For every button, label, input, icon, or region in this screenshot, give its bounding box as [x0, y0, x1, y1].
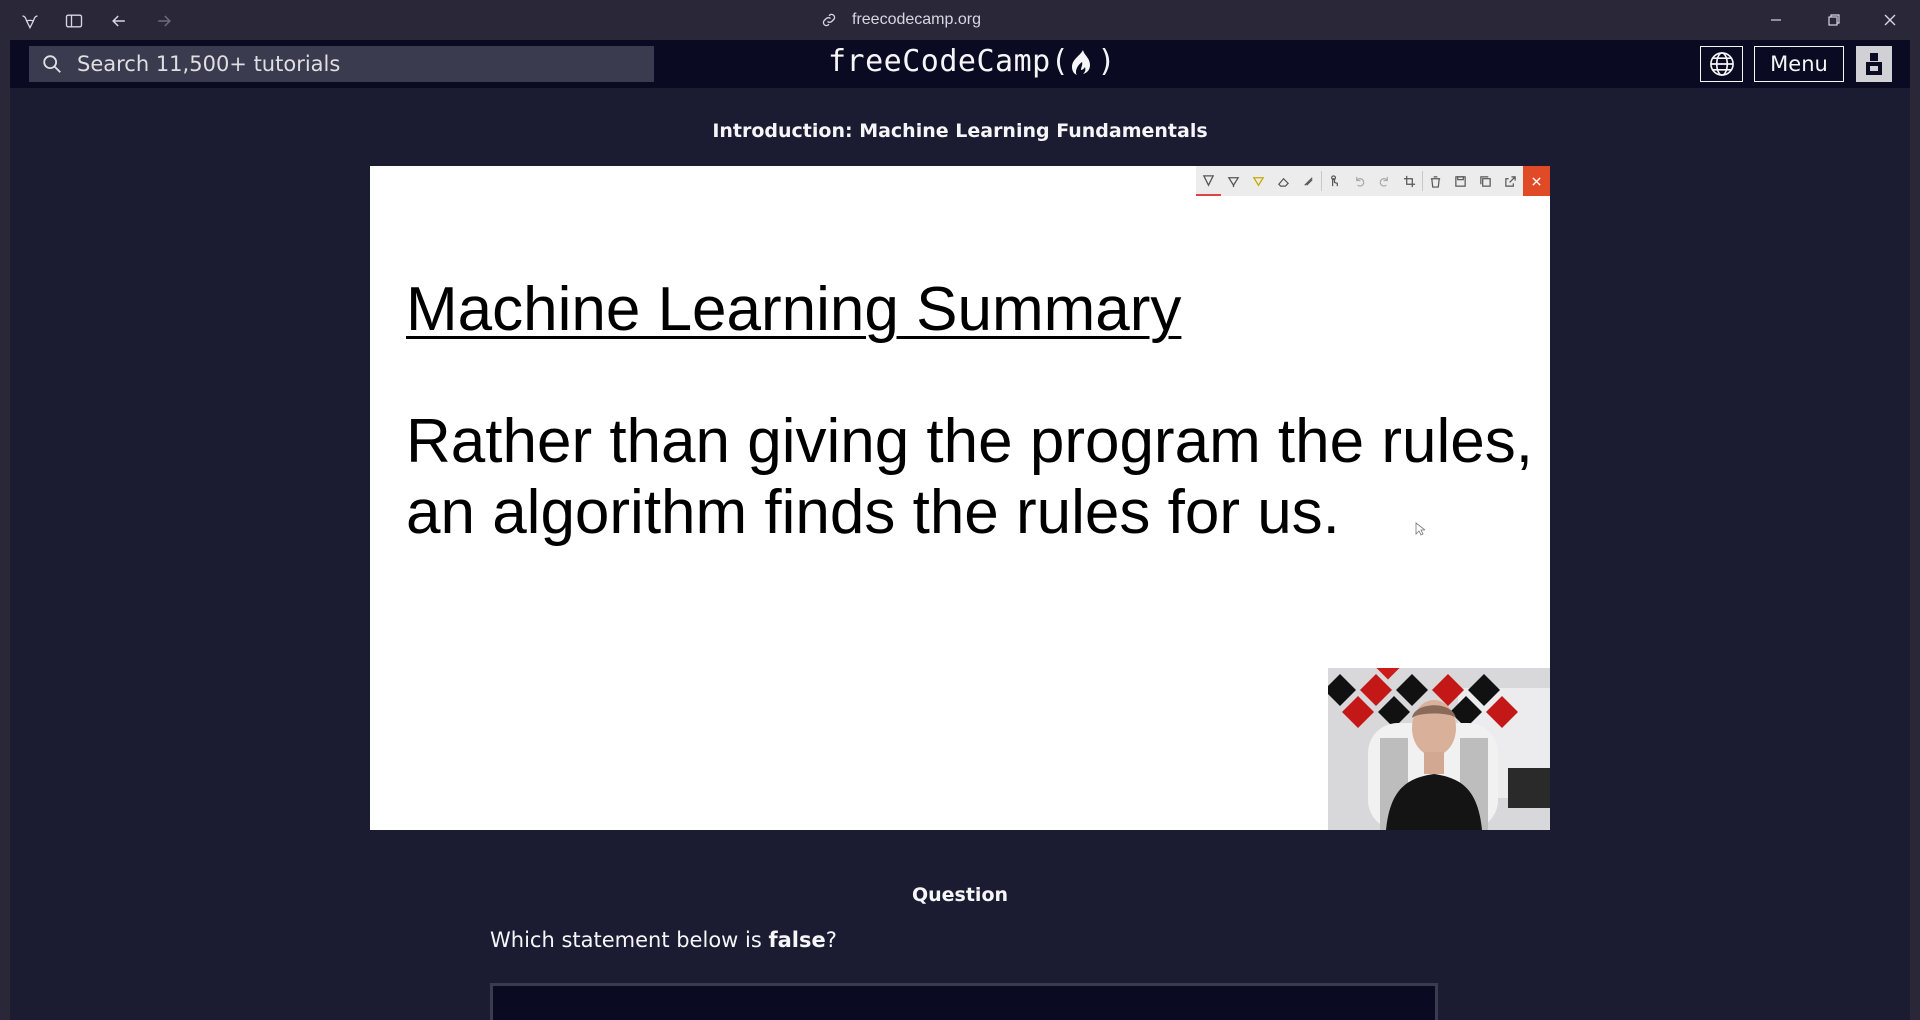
- marker-tool-icon[interactable]: [1221, 166, 1246, 196]
- copy-icon[interactable]: [1473, 166, 1498, 196]
- question-suffix: ?: [825, 928, 837, 952]
- flame-icon: [1072, 49, 1091, 75]
- search-icon: [43, 55, 61, 73]
- minimize-button[interactable]: [1756, 6, 1796, 34]
- restore-button[interactable]: [1814, 6, 1854, 34]
- avatar[interactable]: [1856, 46, 1892, 82]
- share-icon[interactable]: [1498, 166, 1523, 196]
- sidebar-toggle-icon[interactable]: [61, 8, 87, 34]
- freecodecamp-logo[interactable]: freeCodeCamp( ): [828, 44, 1116, 79]
- slide-body-line: Rather than giving the program the rules…: [406, 407, 1533, 476]
- close-window-button[interactable]: [1870, 6, 1910, 34]
- presenter-webcam: [1328, 668, 1550, 830]
- question-emphasis: false: [768, 928, 826, 952]
- address-text: freecodecamp.org: [852, 11, 981, 28]
- browser-logo-icon[interactable]: [17, 8, 43, 34]
- annotation-toolbar: [1196, 166, 1550, 196]
- video-player[interactable]: Machine Learning Summary Rather than giv…: [370, 166, 1550, 830]
- navbar: freeCodeCamp( ) Menu: [10, 40, 1910, 88]
- browser-chrome: freecodecamp.org: [0, 0, 1920, 40]
- slide-title: Machine Learning Summary: [406, 275, 1182, 344]
- back-arrow-icon[interactable]: [106, 8, 132, 34]
- slide-body: Rather than giving the program the rules…: [406, 406, 1546, 548]
- globe-icon: [1709, 52, 1734, 76]
- mouse-cursor-icon: [1415, 522, 1425, 536]
- logo-text-right: ): [1097, 44, 1116, 79]
- app-frame: freeCodeCamp( ) Menu Introduction: Machi…: [10, 40, 1910, 1020]
- question-text: Which statement below is false?: [490, 928, 837, 952]
- user-avatar-icon: [1866, 53, 1882, 75]
- pen-tool-icon[interactable]: [1196, 166, 1221, 196]
- question-prefix: Which statement below is: [490, 928, 769, 952]
- address-bar[interactable]: freecodecamp.org: [820, 8, 981, 32]
- redo-icon[interactable]: [1372, 166, 1397, 196]
- touch-tool-icon[interactable]: [1322, 166, 1347, 196]
- slide-body-line: an algorithm finds the rules for us.: [406, 478, 1340, 547]
- eraser-tool-icon[interactable]: [1271, 166, 1296, 196]
- search-input[interactable]: [77, 52, 637, 76]
- crop-icon[interactable]: [1397, 166, 1422, 196]
- search-bar[interactable]: [29, 46, 654, 82]
- forward-arrow-icon[interactable]: [151, 8, 177, 34]
- language-button[interactable]: [1700, 46, 1743, 82]
- save-icon[interactable]: [1448, 166, 1473, 196]
- ruler-tool-icon[interactable]: [1296, 166, 1321, 196]
- question-heading: Question: [911, 884, 1009, 906]
- highlighter-tool-icon[interactable]: [1246, 166, 1271, 196]
- close-toolbar-icon[interactable]: [1523, 166, 1550, 196]
- answer-option[interactable]: [490, 983, 1438, 1020]
- undo-icon[interactable]: [1347, 166, 1372, 196]
- menu-button[interactable]: Menu: [1754, 46, 1844, 82]
- trash-icon[interactable]: [1423, 166, 1448, 196]
- link-icon: [822, 13, 836, 27]
- lesson-title: Introduction: Machine Learning Fundament…: [712, 120, 1208, 142]
- logo-text-left: freeCodeCamp(: [828, 44, 1070, 79]
